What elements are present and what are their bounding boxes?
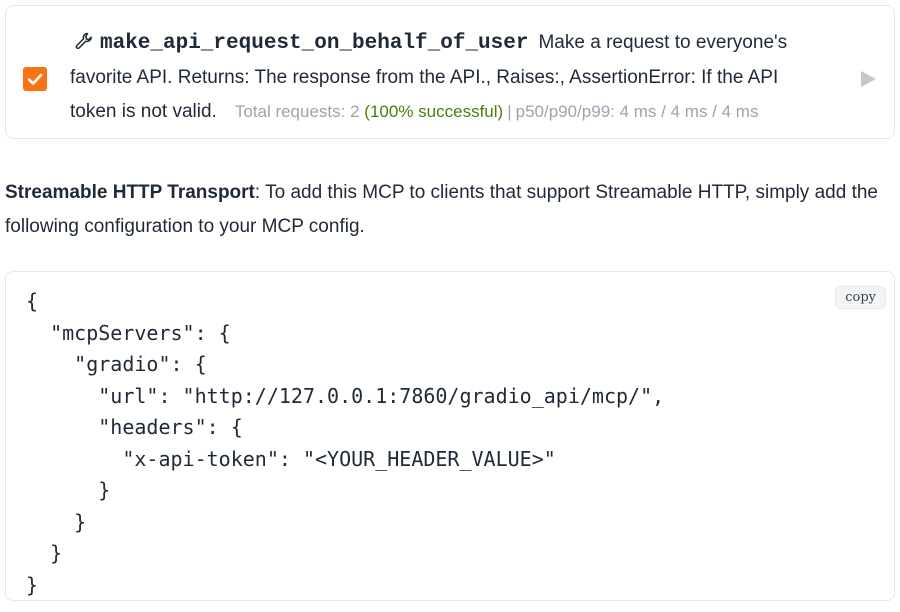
tool-description-line2: favorite API. Returns: The response from… (70, 67, 779, 88)
stats-separator: | (507, 102, 512, 121)
stats-latency: p50/p90/p99: 4 ms / 4 ms / 4 ms (515, 102, 759, 121)
stats-success-rate: (100% successful) (364, 102, 504, 121)
transport-label: Streamable HTTP Transport (5, 182, 255, 203)
tool-name: make_api_request_on_behalf_of_user (100, 32, 529, 55)
checkmark-icon (27, 73, 43, 85)
config-code-panel: { "mcpServers": { "gradio": { "url": "ht… (5, 271, 895, 601)
copy-button[interactable]: copy (835, 286, 886, 309)
tool-card: make_api_request_on_behalf_of_user Make a… (5, 5, 895, 139)
play-triangle-icon[interactable] (856, 67, 880, 91)
tool-checkbox[interactable] (23, 67, 47, 91)
tool-stats: Total requests: 2 (100% successful) | p50/… (235, 102, 759, 121)
wrench-icon (74, 29, 94, 50)
transport-description: Streamable HTTP Transport: To add this M… (5, 176, 895, 244)
stats-requests: Total requests: 2 (234, 102, 360, 121)
tool-description-line3: token is not valid. (70, 101, 217, 122)
mcp-config-code: { "mcpServers": { "gradio": { "url": "ht… (26, 289, 665, 597)
tool-description-line1: Make a request to everyone's (538, 32, 788, 53)
tool-description-block: make_api_request_on_behalf_of_user Make a… (70, 26, 860, 129)
